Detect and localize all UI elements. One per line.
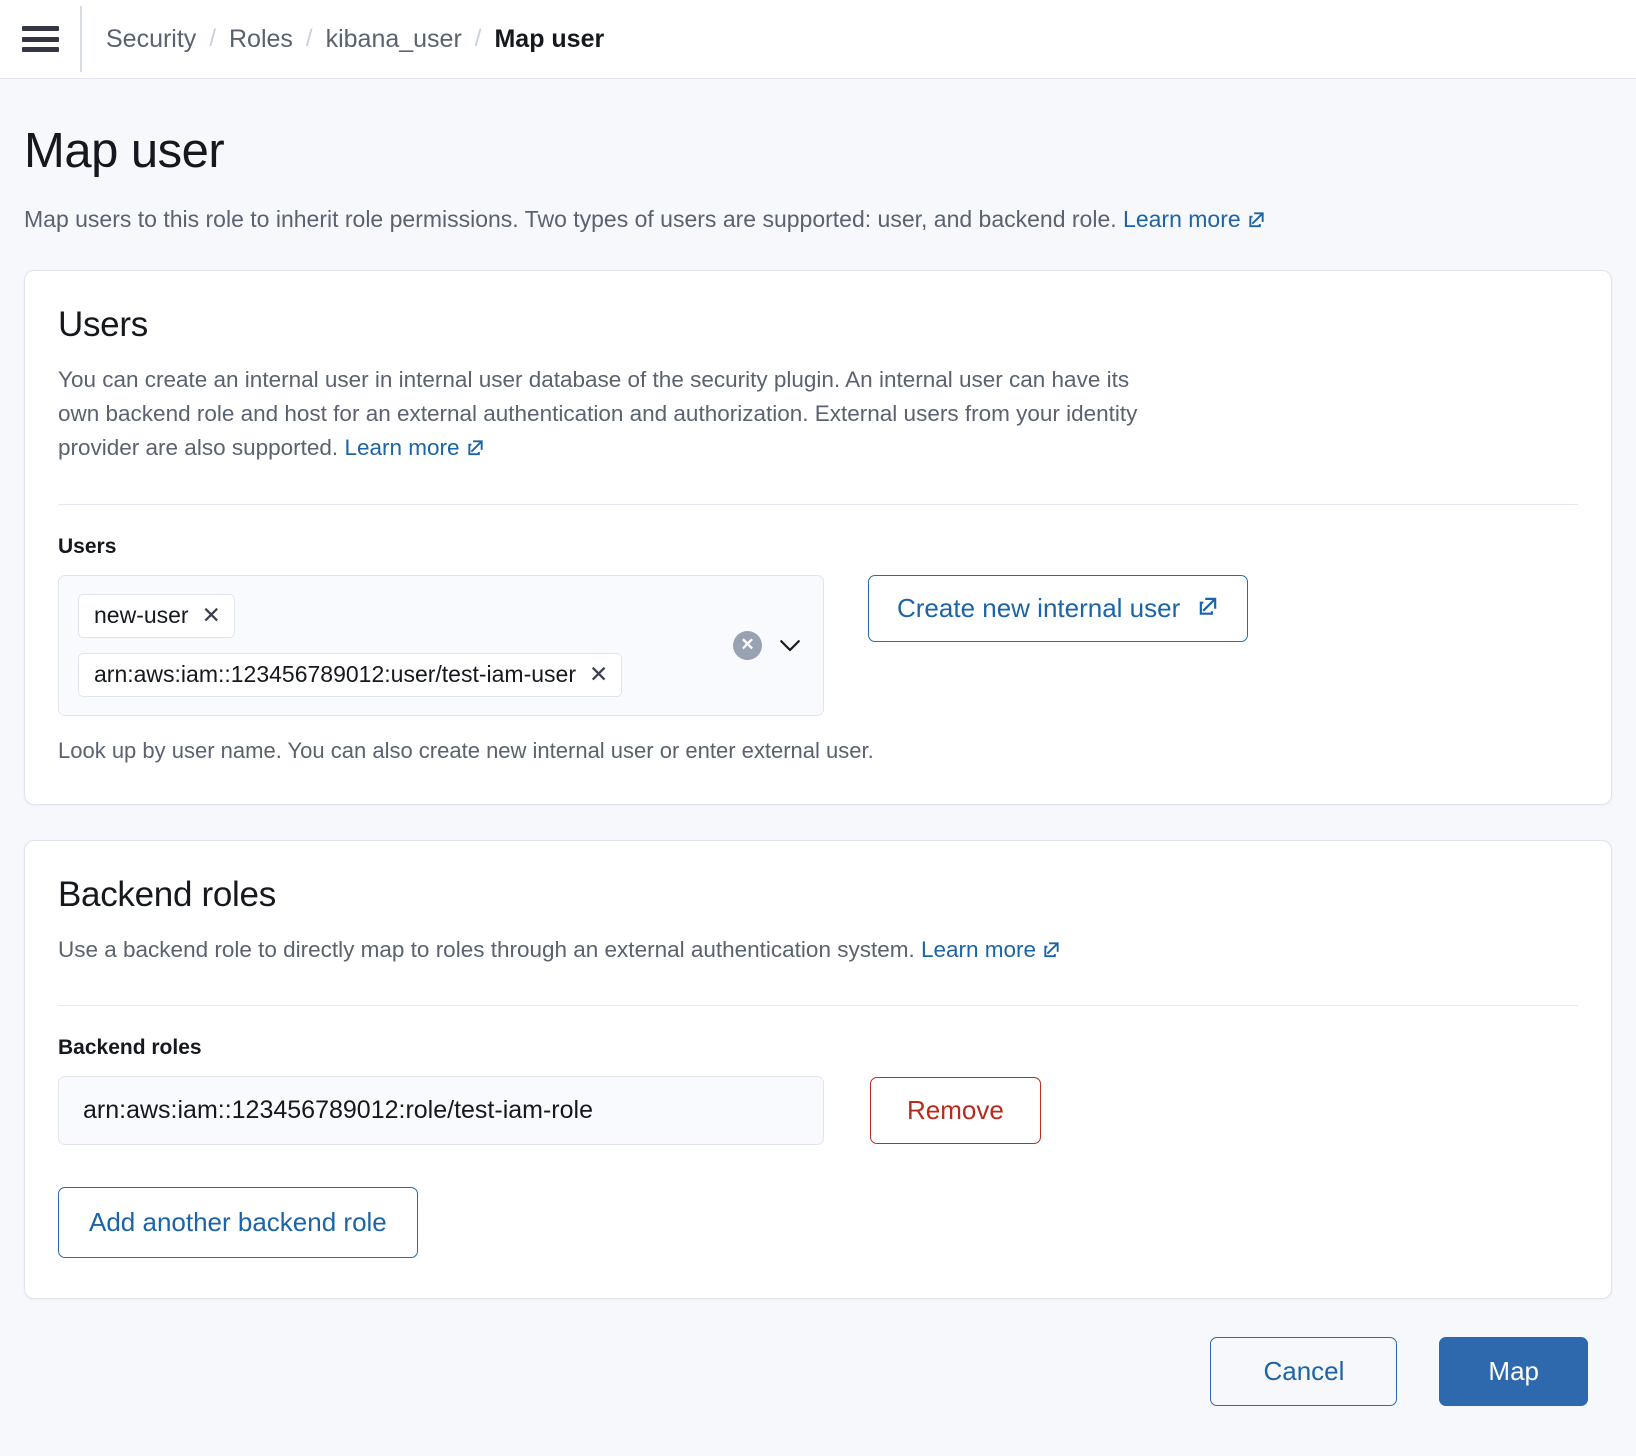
page-learn-more-label: Learn more bbox=[1123, 206, 1241, 232]
users-field-row: new-user ✕ arn:aws:iam::123456789012:use… bbox=[58, 575, 1578, 716]
backend-roles-learn-more-label: Learn more bbox=[921, 937, 1036, 962]
top-navigation-bar: Security / Roles / kibana_user / Map use… bbox=[0, 0, 1636, 79]
users-helper-text: Look up by user name. You can also creat… bbox=[58, 738, 1578, 764]
users-panel-description-text: You can create an internal user in inter… bbox=[58, 367, 1137, 460]
backend-roles-panel-divider bbox=[58, 1005, 1578, 1006]
map-button-label: Map bbox=[1488, 1356, 1539, 1387]
page-learn-more-link[interactable]: Learn more bbox=[1123, 206, 1266, 232]
external-link-icon bbox=[1247, 208, 1266, 235]
breadcrumb-item-map-user: Map user bbox=[494, 25, 604, 54]
external-link-icon bbox=[1042, 935, 1061, 969]
users-panel-divider bbox=[58, 504, 1578, 505]
users-selected-token[interactable]: new-user ✕ bbox=[78, 594, 235, 638]
backend-roles-panel: Backend roles Use a backend role to dire… bbox=[24, 840, 1612, 1299]
backend-roles-panel-title: Backend roles bbox=[58, 875, 1578, 915]
remove-backend-role-label: Remove bbox=[907, 1095, 1004, 1126]
users-learn-more-label: Learn more bbox=[344, 435, 459, 460]
external-link-icon bbox=[1197, 593, 1219, 624]
backend-roles-panel-description: Use a backend role to directly map to ro… bbox=[58, 933, 1148, 969]
users-panel-description: You can create an internal user in inter… bbox=[58, 363, 1148, 468]
breadcrumb-item-roles[interactable]: Roles bbox=[229, 25, 293, 54]
backend-role-row: Remove bbox=[58, 1076, 1578, 1145]
chevron-down-icon[interactable] bbox=[775, 630, 805, 660]
users-combo-actions: ✕ bbox=[733, 630, 805, 660]
add-another-backend-role-label: Add another backend role bbox=[89, 1207, 387, 1238]
breadcrumb-separator: / bbox=[462, 25, 495, 53]
add-another-backend-role-button[interactable]: Add another backend role bbox=[58, 1187, 418, 1258]
clear-all-icon[interactable]: ✕ bbox=[733, 631, 762, 660]
backend-roles-description-text: Use a backend role to directly map to ro… bbox=[58, 937, 915, 962]
breadcrumb-item-kibana-user[interactable]: kibana_user bbox=[326, 25, 462, 54]
hamburger-menu-icon bbox=[22, 26, 59, 52]
breadcrumb-separator: / bbox=[196, 25, 229, 53]
backend-roles-learn-more-link[interactable]: Learn more bbox=[921, 937, 1061, 962]
page-description-text: Map users to this role to inherit role p… bbox=[24, 206, 1117, 232]
page-description: Map users to this role to inherit role p… bbox=[24, 206, 1612, 235]
page-content: Map user Map users to this role to inher… bbox=[0, 123, 1636, 1406]
cancel-button[interactable]: Cancel bbox=[1210, 1337, 1397, 1406]
users-learn-more-link[interactable]: Learn more bbox=[344, 435, 484, 460]
users-token-label: arn:aws:iam::123456789012:user/test-iam-… bbox=[94, 661, 576, 688]
breadcrumb: Security / Roles / kibana_user / Map use… bbox=[82, 0, 604, 78]
users-field-label: Users bbox=[58, 535, 1578, 559]
page-title: Map user bbox=[24, 123, 1612, 179]
form-footer: Cancel Map bbox=[24, 1299, 1612, 1406]
remove-token-icon[interactable]: ✕ bbox=[589, 663, 608, 686]
users-token-label: new-user bbox=[94, 602, 189, 629]
backend-role-input[interactable] bbox=[58, 1076, 824, 1145]
users-combo-box[interactable]: new-user ✕ arn:aws:iam::123456789012:use… bbox=[58, 575, 824, 716]
external-link-icon bbox=[466, 433, 485, 467]
users-selected-token[interactable]: arn:aws:iam::123456789012:user/test-iam-… bbox=[78, 653, 622, 697]
backend-roles-field-label: Backend roles bbox=[58, 1036, 1578, 1060]
cancel-button-label: Cancel bbox=[1263, 1356, 1344, 1387]
create-new-internal-user-label: Create new internal user bbox=[897, 593, 1180, 624]
breadcrumb-separator: / bbox=[293, 25, 326, 53]
users-panel-title: Users bbox=[58, 305, 1578, 345]
breadcrumb-item-security[interactable]: Security bbox=[106, 25, 196, 54]
map-button[interactable]: Map bbox=[1439, 1337, 1588, 1406]
menu-toggle-button[interactable] bbox=[0, 0, 80, 78]
users-panel: Users You can create an internal user in… bbox=[24, 270, 1612, 805]
remove-token-icon[interactable]: ✕ bbox=[202, 604, 221, 627]
add-backend-role-row: Add another backend role bbox=[58, 1187, 1578, 1258]
create-new-internal-user-button[interactable]: Create new internal user bbox=[868, 575, 1248, 642]
remove-backend-role-button[interactable]: Remove bbox=[870, 1077, 1041, 1144]
